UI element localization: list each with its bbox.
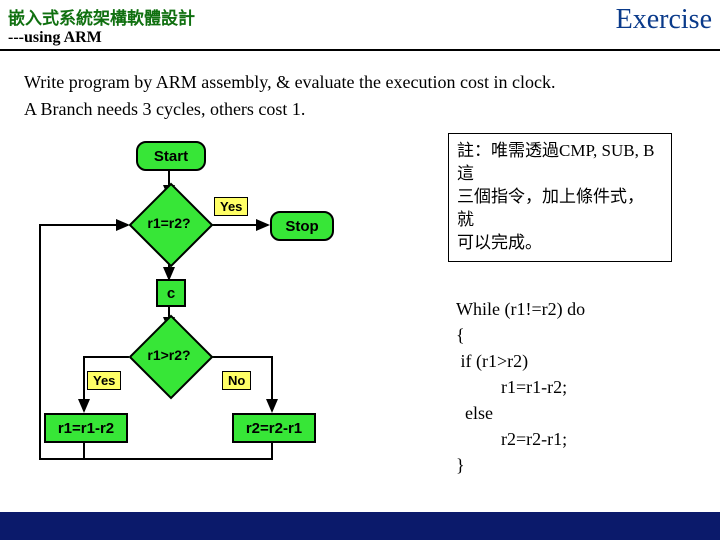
flow-decision-eq: r1=r2? [129,197,209,251]
footer-bar [0,512,720,540]
main-row: Start r1=r2? Yes Stop c r1>r2? Yes No r1… [24,133,696,478]
flow-assign-r1: r1=r1-r2 [44,413,128,443]
content-area: Write program by ARM assembly, & evaluat… [0,51,720,478]
note-line1: 註：唯需透過CMP, SUB, B這 [457,140,663,186]
flow-start: Start [136,141,206,171]
right-column: 註：唯需透過CMP, SUB, B這 三個指令，加上條件式， 就 可以完成。 W… [424,133,696,478]
pseudocode: While (r1!=r2) do { if (r1>r2) r1=r1-r2;… [456,296,696,479]
instruction-line1: Write program by ARM assembly, & evaluat… [24,69,696,96]
label-no: No [222,371,251,390]
header-left: 嵌入式系統架構軟體設計 ---using ARM [8,4,195,47]
label-yes-2: Yes [87,371,121,390]
flowchart: Start r1=r2? Yes Stop c r1>r2? Yes No r1… [24,133,424,473]
instruction-line2: A Branch needs 3 cycles, others cost 1. [24,96,696,123]
course-title-zh: 嵌入式系統架構軟體設計 [8,4,195,29]
course-subtitle: ---using ARM [8,29,195,47]
page-label: Exercise [616,4,712,36]
label-yes-1: Yes [214,197,248,216]
note-line2: 三個指令，加上條件式， 就 [457,186,663,232]
note-box: 註：唯需透過CMP, SUB, B這 三個指令，加上條件式， 就 可以完成。 [448,133,672,262]
instruction-text: Write program by ARM assembly, & evaluat… [24,69,696,123]
flow-c: c [156,279,186,307]
header-bar: 嵌入式系統架構軟體設計 ---using ARM Exercise [0,0,720,51]
flow-decision-gt: r1>r2? [129,329,209,383]
flow-stop: Stop [270,211,334,241]
flow-assign-r2: r2=r2-r1 [232,413,316,443]
note-line3: 可以完成。 [457,232,663,255]
